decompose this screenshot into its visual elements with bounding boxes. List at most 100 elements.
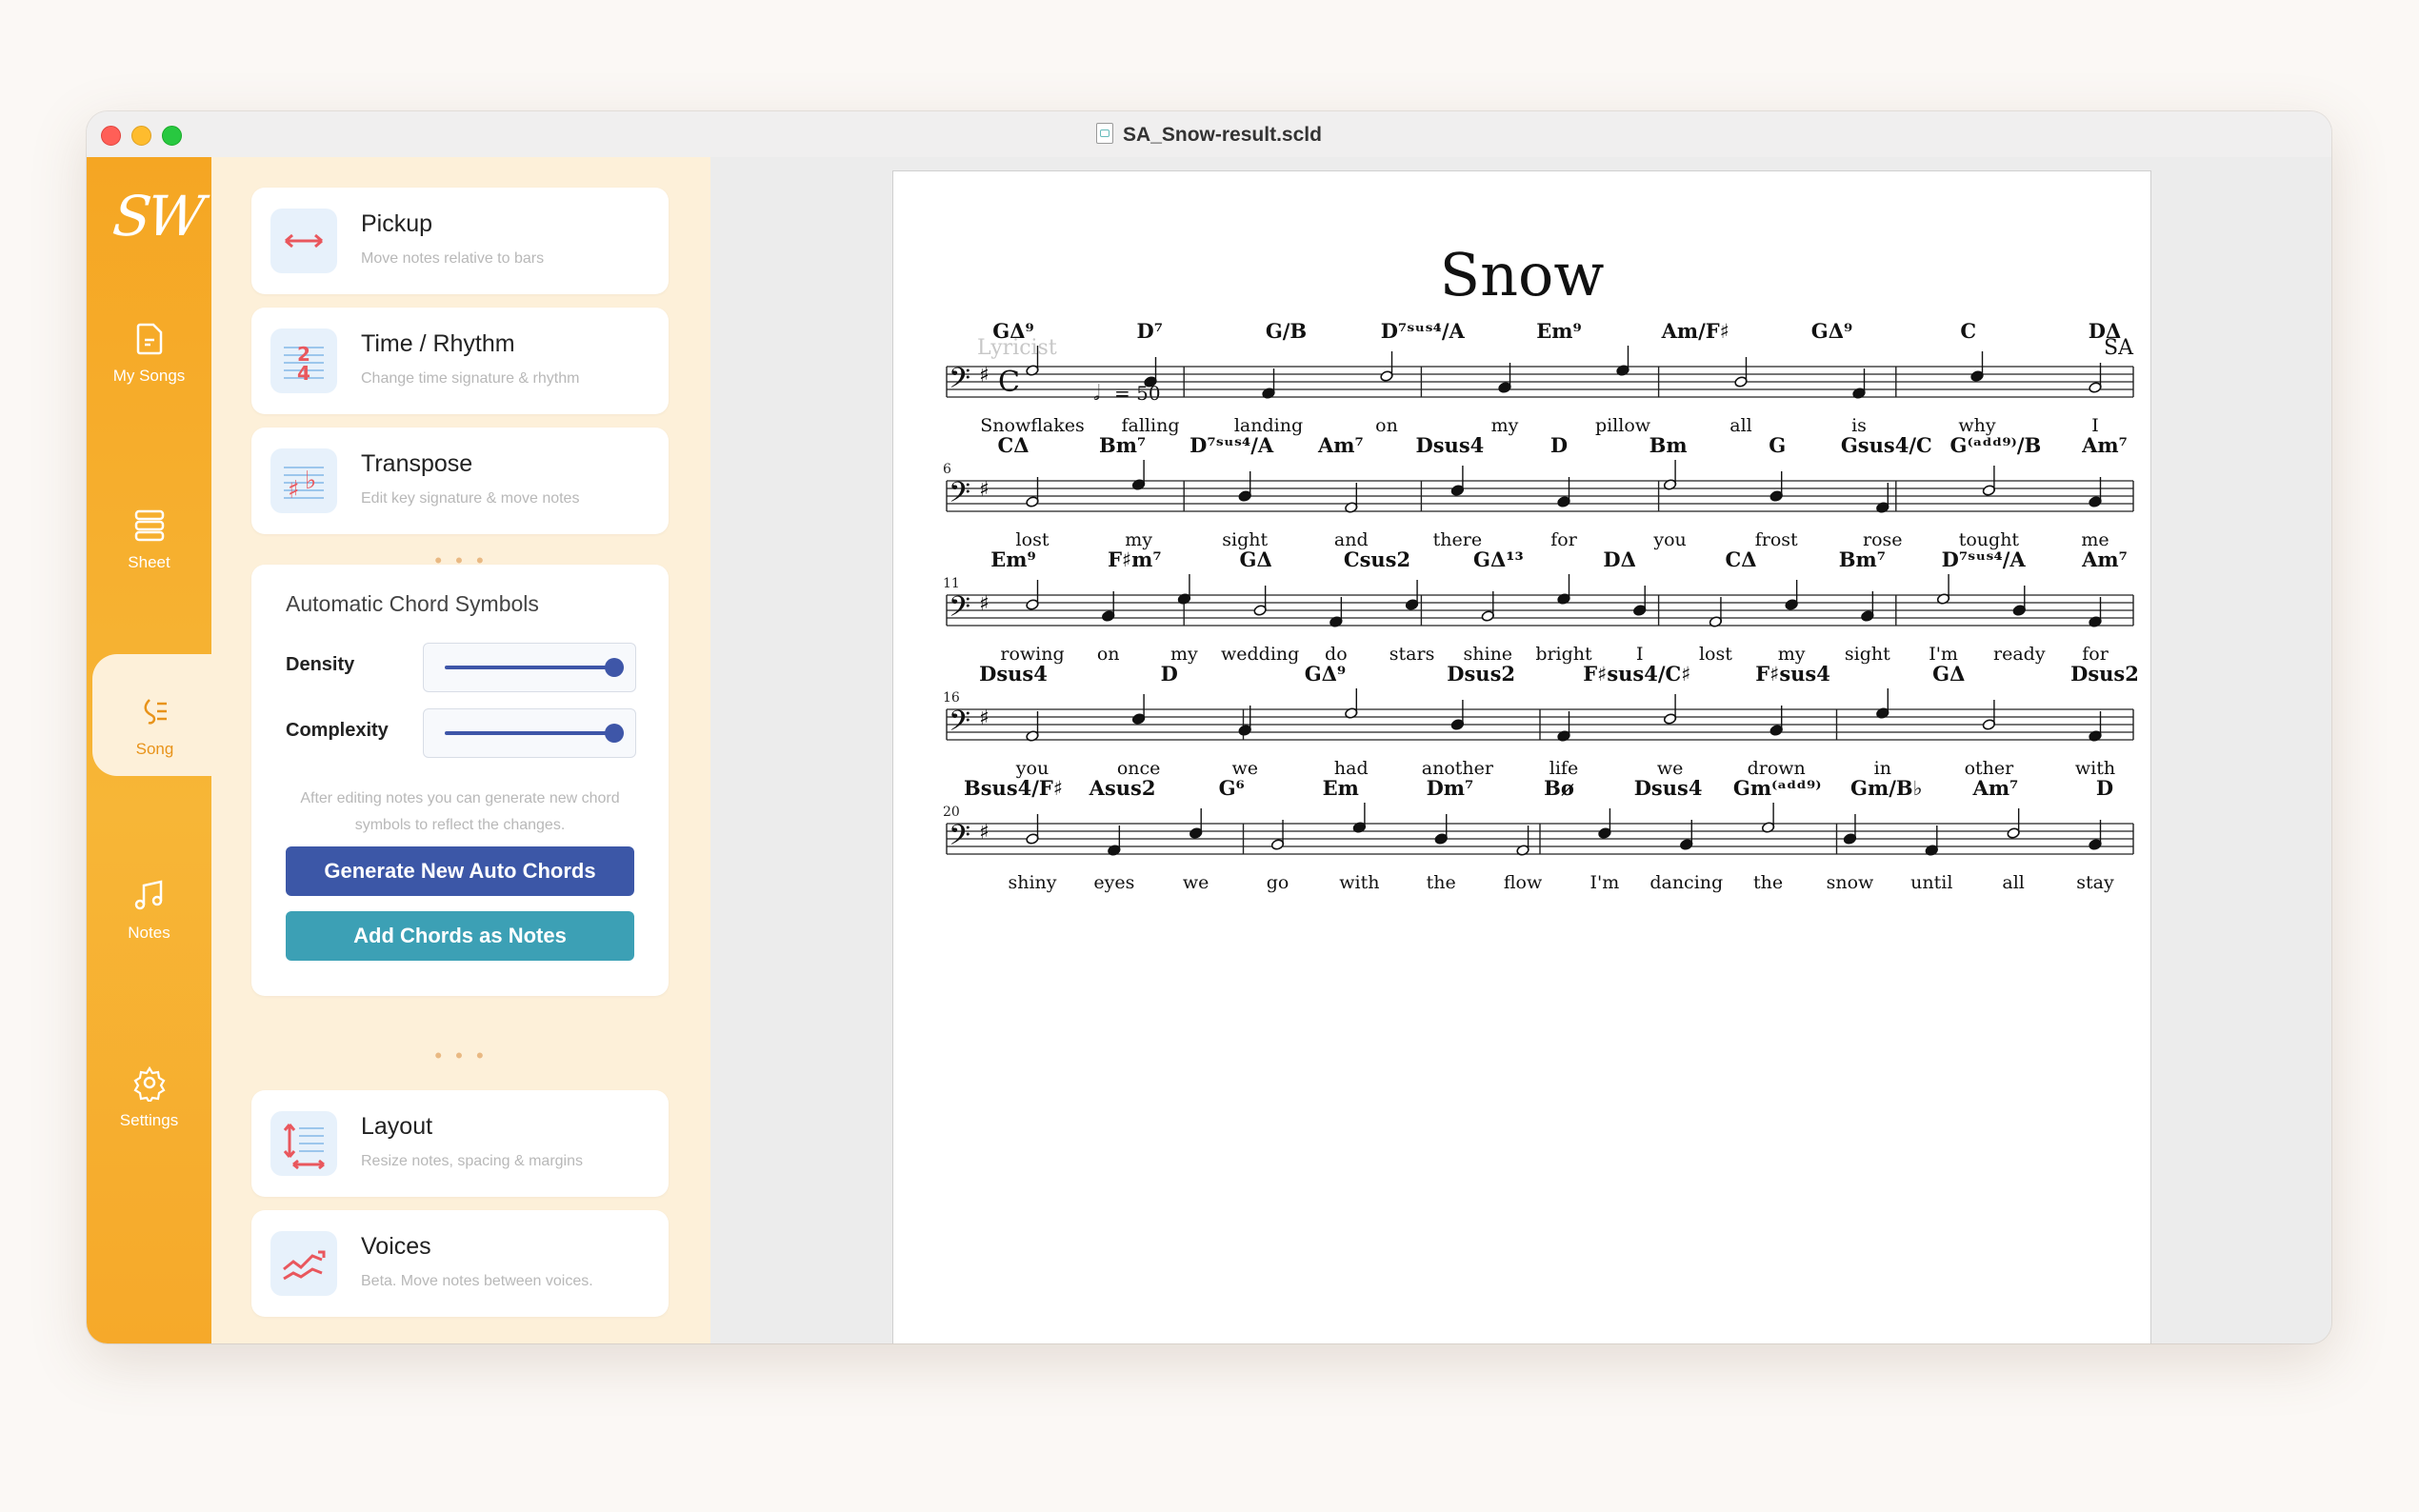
chord-symbol: GΔ⁹ xyxy=(1811,319,1852,343)
measure-number: 11 xyxy=(943,576,960,591)
lyric-syllable: the xyxy=(1753,872,1783,893)
tool-subtitle-pickup: Move notes relative to bars xyxy=(361,250,545,267)
chord-symbol: Am/F♯ xyxy=(1661,319,1729,343)
tool-card-voices[interactable]: Voices Beta. Move notes between voices. xyxy=(251,1210,669,1317)
lyric-syllable: I'm xyxy=(1590,872,1620,893)
chord-symbol: C xyxy=(1960,319,1976,343)
chord-symbol: G⁶ xyxy=(1219,776,1245,800)
chord-symbol: D⁷ˢᵘˢ⁴/A xyxy=(1942,547,2027,571)
lyric-syllable: until xyxy=(1910,872,1952,893)
chord-symbol: D xyxy=(1550,433,1568,457)
chord-symbol: CΔ xyxy=(997,433,1029,457)
chord-symbol: Bm⁷ xyxy=(1099,433,1146,457)
lyric-syllable: on xyxy=(1097,644,1120,665)
lyric-syllable: lost xyxy=(1699,644,1732,665)
chord-symbol: GΔ⁹ xyxy=(1305,662,1346,686)
tool-card-transpose[interactable]: ♯ ♭ Transpose Edit key signature & move … xyxy=(251,428,669,534)
sheet-icon xyxy=(134,509,164,542)
lyric-syllable: eyes xyxy=(1093,872,1134,893)
key-signature-sharp: ♯ xyxy=(979,478,990,502)
score-system: 𝄢 ♯ 11 Em⁹ F♯m⁷ GΔ Csus2 GΔ¹³ DΔ CΔ Bm⁷ D⁷ˢᵘˢ⁴/A Am⁷… xyxy=(943,547,2134,665)
tool-card-time-rhythm[interactable]: 2 4 Time / Rhythm Change time signature … xyxy=(251,308,669,414)
chord-symbol: Gm⁽ᵃᵈᵈ⁹⁾ xyxy=(1733,776,1822,800)
lyric-syllable: the xyxy=(1427,872,1456,893)
tool-subtitle-transpose: Edit key signature & move notes xyxy=(361,490,580,507)
density-slider[interactable] xyxy=(423,643,636,692)
chord-symbol: Em xyxy=(1323,776,1359,800)
density-slider-thumb[interactable] xyxy=(605,658,624,677)
chord-symbol: F♯m⁷ xyxy=(1108,547,1162,571)
tool-card-layout[interactable]: Layout Resize notes, spacing & margins xyxy=(251,1090,669,1197)
tool-title-voices: Voices xyxy=(361,1233,431,1260)
chord-symbol: Csus2 xyxy=(1344,547,1410,571)
title-bar: SA_Snow-result.scld xyxy=(87,111,2331,158)
chord-symbol: Am⁷ xyxy=(1317,433,1364,457)
tool-subtitle-layout: Resize notes, spacing & margins xyxy=(361,1153,583,1169)
chord-symbol: Dm⁷ xyxy=(1427,776,1474,800)
tool-title-layout: Layout xyxy=(361,1113,433,1140)
complexity-slider-thumb[interactable] xyxy=(605,724,624,743)
nav-label-sheet: Sheet xyxy=(128,553,170,571)
tempo-note-icon: 𝅗𝅥 xyxy=(1093,382,1100,406)
nav-item-sheet[interactable]: Sheet xyxy=(87,506,211,629)
chord-symbol: G/B xyxy=(1266,319,1307,343)
chord-symbol: Bsus4/F♯ xyxy=(964,776,1063,800)
chord-symbol: D xyxy=(2096,776,2113,800)
lyric-syllable: on xyxy=(1375,415,1398,436)
chord-symbol: Bm⁷ xyxy=(1839,547,1886,571)
lyric-syllable: we xyxy=(1183,872,1210,893)
chord-symbol: Dsus4 xyxy=(1634,776,1703,800)
window-title: SA_Snow-result.scld xyxy=(1123,124,1322,146)
chord-symbol: F♯sus4/C♯ xyxy=(1583,662,1690,686)
nav-item-song[interactable]: Song xyxy=(92,654,217,776)
chord-symbol: DΔ xyxy=(2089,319,2122,343)
bass-clef: 𝄢 xyxy=(949,820,970,859)
chord-symbol: Dsus4 xyxy=(1416,433,1485,457)
nav-item-notes[interactable]: Notes xyxy=(87,876,211,1000)
bass-clef: 𝄢 xyxy=(949,363,970,402)
complexity-slider[interactable] xyxy=(423,708,636,758)
nav-label-my-songs: My Songs xyxy=(112,367,186,385)
chord-symbol: CΔ xyxy=(1725,547,1756,571)
chord-symbol: Dsus4 xyxy=(979,662,1048,686)
file-icon xyxy=(1096,123,1114,144)
chord-symbol: Am⁷ xyxy=(2081,433,2128,457)
layout-icon xyxy=(270,1111,337,1176)
lyric-syllable: for xyxy=(1550,529,1577,550)
score-system: 𝄢 ♯ 16 Dsus4 D GΔ⁹ Dsus2 F♯sus4/C♯ F♯sus4 GΔ Dsus2… xyxy=(943,662,2139,779)
chord-symbol: Am⁷ xyxy=(1972,776,2019,800)
voices-icon xyxy=(270,1231,337,1296)
svg-text:♭: ♭ xyxy=(305,467,316,495)
auto-chord-card: Automatic Chord Symbols Density Complexi… xyxy=(251,565,669,996)
lyric-syllable: wedding xyxy=(1221,644,1299,665)
tool-title-pickup: Pickup xyxy=(361,210,433,237)
generate-auto-chords-button[interactable]: Generate New Auto Chords xyxy=(286,846,634,896)
lyric-syllable: dancing xyxy=(1649,872,1723,893)
lyric-syllable: all xyxy=(1729,415,1751,436)
chord-symbol: Em⁹ xyxy=(990,547,1035,571)
nav-label-song: Song xyxy=(135,740,174,758)
chord-symbol: Dsus2 xyxy=(1447,662,1515,686)
lyric-syllable: go xyxy=(1267,872,1289,893)
sidebar-nav: SW My Songs Sheet Song Notes Settings xyxy=(87,157,217,1343)
lyric-syllable: you xyxy=(1652,529,1686,550)
nav-item-settings[interactable]: Settings xyxy=(87,1064,211,1187)
lyric-syllable: ready xyxy=(1993,644,2046,665)
score-title: Snow xyxy=(1440,240,1605,309)
window-title-wrap: SA_Snow-result.scld xyxy=(87,123,2331,147)
song-icon xyxy=(144,699,167,725)
chord-symbol: Bm xyxy=(1649,433,1688,457)
chord-symbol: GΔ¹³ xyxy=(1473,547,1524,571)
nav-item-my-songs[interactable]: My Songs xyxy=(87,319,211,443)
tool-subtitle-time-rhythm: Change time signature & rhythm xyxy=(361,370,580,387)
chord-symbol: DΔ xyxy=(1603,547,1636,571)
chord-symbol: Dsus2 xyxy=(2070,662,2139,686)
chord-symbol: Am⁷ xyxy=(2081,547,2128,571)
score-page[interactable]: Snow Lyricist SA 𝅗𝅥 = 50 𝄢 ♯ C GΔ⁹ D⁷ G/B D⁷ˢᵘ… xyxy=(892,170,2151,1343)
tool-card-pickup[interactable]: Pickup Move notes relative to bars xyxy=(251,188,669,294)
measure-number: 6 xyxy=(943,462,951,477)
add-chords-as-notes-button[interactable]: Add Chords as Notes xyxy=(286,911,634,961)
music-note-icon xyxy=(134,880,162,910)
chord-symbol: Asus2 xyxy=(1089,776,1156,800)
lyric-syllable: stars xyxy=(1389,644,1435,665)
